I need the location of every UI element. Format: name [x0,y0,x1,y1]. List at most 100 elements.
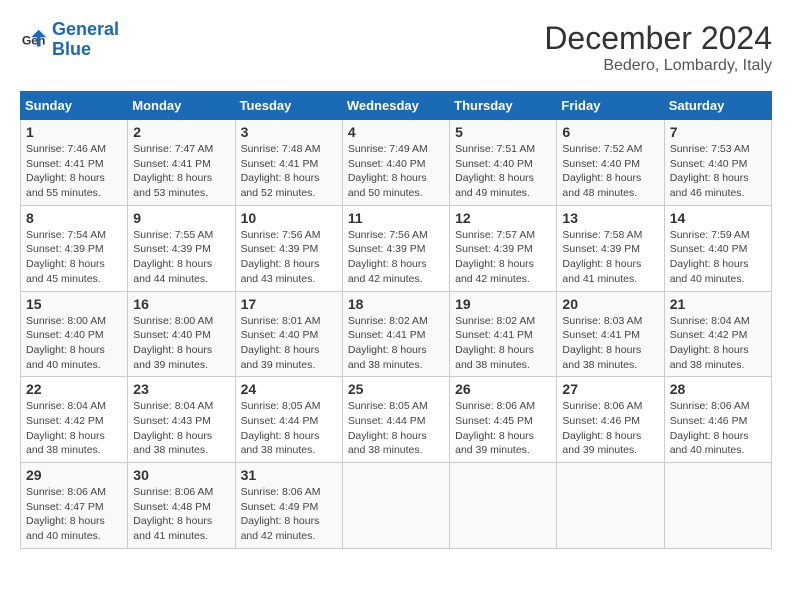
calendar-cell: 10 Sunrise: 7:56 AM Sunset: 4:39 PM Dayli… [235,205,342,291]
day-info: Sunrise: 7:51 AM Sunset: 4:40 PM Dayligh… [455,142,551,201]
title-block: December 2024 Bedero, Lombardy, Italy [544,20,772,75]
day-info: Sunrise: 7:59 AM Sunset: 4:40 PM Dayligh… [670,228,766,287]
col-header-monday: Monday [128,92,235,120]
page-header: Gen GeneralBlue December 2024 Bedero, Lo… [20,20,772,75]
day-info: Sunrise: 7:56 AM Sunset: 4:39 PM Dayligh… [241,228,337,287]
calendar-cell: 27 Sunrise: 8:06 AM Sunset: 4:46 PM Dayli… [557,377,664,463]
day-info: Sunrise: 7:53 AM Sunset: 4:40 PM Dayligh… [670,142,766,201]
day-number: 1 [26,124,122,140]
calendar-cell: 11 Sunrise: 7:56 AM Sunset: 4:39 PM Dayli… [342,205,449,291]
day-info: Sunrise: 8:05 AM Sunset: 4:44 PM Dayligh… [348,399,444,458]
day-number: 2 [133,124,229,140]
col-header-thursday: Thursday [450,92,557,120]
day-number: 23 [133,381,229,397]
calendar-cell: 29 Sunrise: 8:06 AM Sunset: 4:47 PM Dayli… [21,463,128,549]
col-header-friday: Friday [557,92,664,120]
calendar-cell: 14 Sunrise: 7:59 AM Sunset: 4:40 PM Dayli… [664,205,771,291]
day-number: 14 [670,210,766,226]
calendar-week-4: 22Sunrise: 8:04 AM Sunset: 4:42 PM Dayli… [21,377,772,463]
calendar-cell [450,463,557,549]
day-number: 19 [455,296,551,312]
day-number: 11 [348,210,444,226]
day-number: 30 [133,467,229,483]
calendar-cell: 4Sunrise: 7:49 AM Sunset: 4:40 PM Daylig… [342,120,449,206]
day-info: Sunrise: 7:48 AM Sunset: 4:41 PM Dayligh… [241,142,337,201]
day-info: Sunrise: 8:06 AM Sunset: 4:46 PM Dayligh… [670,399,766,458]
calendar-week-3: 15 Sunrise: 8:00 AM Sunset: 4:40 PM Dayli… [21,291,772,377]
calendar-cell: 30 Sunrise: 8:06 AM Sunset: 4:48 PM Dayli… [128,463,235,549]
col-header-wednesday: Wednesday [342,92,449,120]
day-number: 17 [241,296,337,312]
day-info: Sunrise: 7:54 AM Sunset: 4:39 PM Dayligh… [26,228,122,287]
day-info: Sunrise: 7:49 AM Sunset: 4:40 PM Dayligh… [348,142,444,201]
day-number: 21 [670,296,766,312]
day-number: 31 [241,467,337,483]
logo: Gen GeneralBlue [20,20,119,60]
page-title: December 2024 [544,20,772,57]
calendar-cell [342,463,449,549]
day-info: Sunrise: 7:55 AM Sunset: 4:39 PM Dayligh… [133,228,229,287]
day-number: 20 [562,296,658,312]
day-number: 24 [241,381,337,397]
day-info: Sunrise: 8:06 AM Sunset: 4:47 PM Dayligh… [26,485,122,544]
day-number: 27 [562,381,658,397]
day-info: Sunrise: 7:52 AM Sunset: 4:40 PM Dayligh… [562,142,658,201]
day-number: 6 [562,124,658,140]
day-info: Sunrise: 8:06 AM Sunset: 4:45 PM Dayligh… [455,399,551,458]
calendar-cell: 6 Sunrise: 7:52 AM Sunset: 4:40 PM Daylig… [557,120,664,206]
calendar-cell: 31 Sunrise: 8:06 AM Sunset: 4:49 PM Dayli… [235,463,342,549]
day-info: Sunrise: 7:58 AM Sunset: 4:39 PM Dayligh… [562,228,658,287]
col-header-tuesday: Tuesday [235,92,342,120]
day-number: 7 [670,124,766,140]
day-number: 8 [26,210,122,226]
day-info: Sunrise: 7:57 AM Sunset: 4:39 PM Dayligh… [455,228,551,287]
calendar-cell: 22Sunrise: 8:04 AM Sunset: 4:42 PM Dayli… [21,377,128,463]
day-number: 16 [133,296,229,312]
calendar-cell: 8 Sunrise: 7:54 AM Sunset: 4:39 PM Daylig… [21,205,128,291]
day-number: 10 [241,210,337,226]
day-info: Sunrise: 8:00 AM Sunset: 4:40 PM Dayligh… [26,314,122,373]
day-info: Sunrise: 8:05 AM Sunset: 4:44 PM Dayligh… [241,399,337,458]
calendar-cell: 13 Sunrise: 7:58 AM Sunset: 4:39 PM Dayli… [557,205,664,291]
calendar-cell: 21 Sunrise: 8:04 AM Sunset: 4:42 PM Dayli… [664,291,771,377]
logo-icon: Gen [20,26,48,54]
col-header-saturday: Saturday [664,92,771,120]
calendar-cell [664,463,771,549]
calendar-cell: 12 Sunrise: 7:57 AM Sunset: 4:39 PM Dayli… [450,205,557,291]
calendar-cell: 16Sunrise: 8:00 AM Sunset: 4:40 PM Dayli… [128,291,235,377]
day-info: Sunrise: 8:06 AM Sunset: 4:49 PM Dayligh… [241,485,337,544]
day-number: 29 [26,467,122,483]
day-info: Sunrise: 8:04 AM Sunset: 4:43 PM Dayligh… [133,399,229,458]
day-info: Sunrise: 8:06 AM Sunset: 4:48 PM Dayligh… [133,485,229,544]
calendar-cell [557,463,664,549]
calendar-table: SundayMondayTuesdayWednesdayThursdayFrid… [20,91,772,549]
day-info: Sunrise: 7:56 AM Sunset: 4:39 PM Dayligh… [348,228,444,287]
day-number: 28 [670,381,766,397]
calendar-cell: 15 Sunrise: 8:00 AM Sunset: 4:40 PM Dayli… [21,291,128,377]
calendar-cell: 5 Sunrise: 7:51 AM Sunset: 4:40 PM Daylig… [450,120,557,206]
day-number: 13 [562,210,658,226]
day-number: 26 [455,381,551,397]
day-number: 12 [455,210,551,226]
day-number: 25 [348,381,444,397]
day-number: 9 [133,210,229,226]
day-number: 18 [348,296,444,312]
day-info: Sunrise: 8:03 AM Sunset: 4:41 PM Dayligh… [562,314,658,373]
logo-text: GeneralBlue [52,20,119,60]
day-info: Sunrise: 7:46 AM Sunset: 4:41 PM Dayligh… [26,142,122,201]
day-info: Sunrise: 8:01 AM Sunset: 4:40 PM Dayligh… [241,314,337,373]
day-number: 5 [455,124,551,140]
day-info: Sunrise: 7:47 AM Sunset: 4:41 PM Dayligh… [133,142,229,201]
calendar-cell: 2 Sunrise: 7:47 AM Sunset: 4:41 PM Daylig… [128,120,235,206]
calendar-cell: 19 Sunrise: 8:02 AM Sunset: 4:41 PM Dayli… [450,291,557,377]
day-info: Sunrise: 8:06 AM Sunset: 4:46 PM Dayligh… [562,399,658,458]
calendar-cell: 28 Sunrise: 8:06 AM Sunset: 4:46 PM Dayli… [664,377,771,463]
day-info: Sunrise: 8:04 AM Sunset: 4:42 PM Dayligh… [670,314,766,373]
calendar-cell: 24 Sunrise: 8:05 AM Sunset: 4:44 PM Dayli… [235,377,342,463]
calendar-cell: 18Sunrise: 8:02 AM Sunset: 4:41 PM Dayli… [342,291,449,377]
day-number: 15 [26,296,122,312]
calendar-cell: 3Sunrise: 7:48 AM Sunset: 4:41 PM Daylig… [235,120,342,206]
calendar-cell: 17 Sunrise: 8:01 AM Sunset: 4:40 PM Dayli… [235,291,342,377]
page-subtitle: Bedero, Lombardy, Italy [544,57,772,75]
day-info: Sunrise: 8:02 AM Sunset: 4:41 PM Dayligh… [455,314,551,373]
